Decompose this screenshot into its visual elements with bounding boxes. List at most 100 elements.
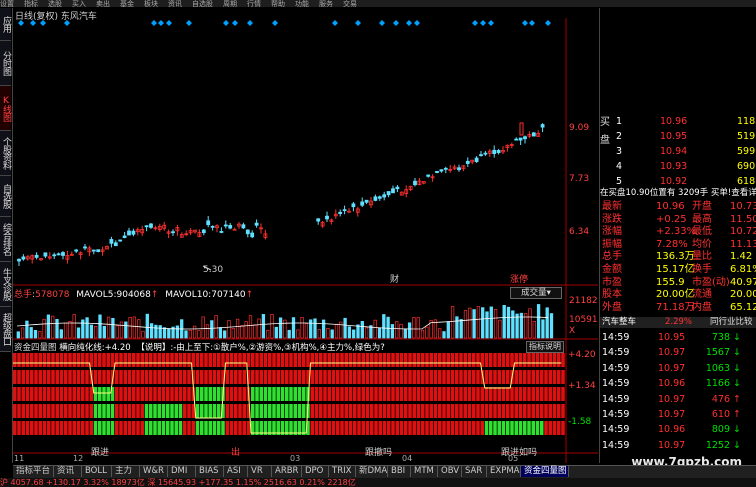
indicator-cell xyxy=(157,421,161,435)
volume-bar xyxy=(188,329,192,339)
side-tab-6[interactable]: 牛叉诊股 xyxy=(0,262,11,307)
event-diamond-icon[interactable] xyxy=(272,20,278,26)
indicator-tab-4[interactable]: W&R xyxy=(140,466,168,477)
event-diamond-icon[interactable] xyxy=(406,20,412,26)
side-tab-4[interactable]: 自选股 xyxy=(0,176,11,217)
event-diamond-icon[interactable] xyxy=(393,20,399,26)
indicator-tab-17[interactable]: EXPMA xyxy=(487,466,521,477)
menu-item-6[interactable]: 板块 xyxy=(144,0,158,8)
side-tab-3[interactable]: 个股资料 xyxy=(0,131,11,176)
indicator-cell xyxy=(552,421,557,435)
indicator-tab-3[interactable]: 主力 xyxy=(112,466,140,477)
tick-price: 10.97 xyxy=(658,409,686,420)
bid-row[interactable]: 2 10.95 519 xyxy=(600,131,756,142)
indicator-cell xyxy=(514,353,518,367)
indicator-tab-14[interactable]: MTM xyxy=(411,466,438,477)
menu-item-0[interactable]: 设置 xyxy=(0,0,14,8)
volume-bar xyxy=(481,307,485,339)
event-diamond-icon[interactable] xyxy=(522,20,528,26)
event-diamond-icon[interactable] xyxy=(186,20,192,26)
side-tab-2[interactable]: K线图 xyxy=(0,86,11,131)
indicator-tab-5[interactable]: DMI xyxy=(168,466,196,477)
event-diamond-icon[interactable] xyxy=(545,20,551,26)
kline-chart-canvas[interactable] xyxy=(13,8,598,463)
indicator-cell xyxy=(319,353,323,367)
event-diamond-icon[interactable] xyxy=(158,20,164,26)
sector-compare-button[interactable]: 同行业比较 xyxy=(710,317,753,328)
menu-item-13[interactable]: 服务 xyxy=(319,0,333,8)
menu-item-11[interactable]: 帮助 xyxy=(271,0,285,8)
indicator-tab-18[interactable]: 资金四量图 xyxy=(521,466,569,477)
event-diamond-icon[interactable] xyxy=(232,20,238,26)
menu-item-3[interactable]: 买入 xyxy=(72,0,86,8)
indicator-tab-6[interactable]: BIAS xyxy=(196,466,224,477)
side-tab-5[interactable]: 综合排名 xyxy=(0,217,11,262)
menu-item-12[interactable]: 功能 xyxy=(295,0,309,8)
indicator-tab-15[interactable]: OBV xyxy=(438,466,462,477)
side-tab-0[interactable]: 应用 xyxy=(0,8,11,41)
menu-item-10[interactable]: 行情 xyxy=(247,0,261,8)
menu-item-9[interactable]: 周期 xyxy=(223,0,237,8)
large-order-notice[interactable]: 在买盘10.90位置有 3209手 买单!查看详情 xyxy=(600,188,756,199)
indicator-tab-1[interactable]: 资讯 xyxy=(54,466,82,477)
indicator-cell xyxy=(259,370,263,384)
side-tab-1[interactable]: 分时图 xyxy=(0,41,11,86)
event-diamond-icon[interactable] xyxy=(247,20,253,26)
indicator-cell xyxy=(314,370,319,384)
chart-area[interactable]: 日线(复权) 东风汽车 9.09 7.73 6.34 5.30 财 涨停 总手:… xyxy=(13,8,598,463)
indicator-cell xyxy=(195,353,200,367)
indicator-cell xyxy=(212,421,217,435)
indicator-cell xyxy=(429,421,433,435)
indicator-cell xyxy=(408,404,412,418)
event-diamond-icon[interactable] xyxy=(480,20,486,26)
menu-item-5[interactable]: 基金 xyxy=(120,0,134,8)
indicator-tab-8[interactable]: VR xyxy=(248,466,272,477)
indicator-cell xyxy=(13,404,17,418)
indicator-cell xyxy=(442,421,446,435)
indicator-cell xyxy=(204,353,208,367)
bid-row[interactable]: 1 10.96 1183 xyxy=(600,116,756,127)
menu-item-8[interactable]: 自选股 xyxy=(192,0,213,8)
bid-row[interactable]: 4 10.93 690 xyxy=(600,161,756,172)
event-diamond-icon[interactable] xyxy=(379,20,385,26)
volume-indicator-dropdown[interactable]: 成交量▾ xyxy=(510,287,562,299)
indicator-cell xyxy=(548,421,552,435)
event-diamond-icon[interactable] xyxy=(472,20,478,26)
indicator-cell xyxy=(336,353,340,367)
menu-item-4[interactable]: 卖出 xyxy=(96,0,110,8)
indicator-tab-2[interactable]: BOLL xyxy=(82,466,112,477)
menu-item-2[interactable]: 选股 xyxy=(48,0,62,8)
volume-bar xyxy=(442,331,446,339)
mavol5-label: MAVOL5: xyxy=(76,290,117,300)
event-diamond-icon[interactable] xyxy=(332,20,338,26)
sector-name[interactable]: 汽车整车 xyxy=(602,317,636,328)
indicator-tab-10[interactable]: DPO xyxy=(302,466,329,477)
volume-bar xyxy=(489,306,493,339)
indicator-help-button[interactable]: 指标说明 xyxy=(526,341,564,353)
indicator-tab-12[interactable]: 新DMA xyxy=(356,466,388,477)
indicator-tab-16[interactable]: SAR xyxy=(462,466,487,477)
side-tab-7[interactable]: 超级盘口 xyxy=(0,307,11,352)
indicator-cell xyxy=(310,370,314,384)
bid-row[interactable]: 3 10.94 599 xyxy=(600,146,756,157)
candle-body xyxy=(245,229,250,235)
event-diamond-icon[interactable] xyxy=(529,20,535,26)
indicator-tab-9[interactable]: ARBR xyxy=(272,466,302,477)
indicator-tab-13[interactable]: BBI xyxy=(388,466,411,477)
indicator-cell xyxy=(467,387,472,401)
indicator-tab-7[interactable]: ASI xyxy=(224,466,248,477)
indicator-tab-11[interactable]: TRIX xyxy=(329,466,356,477)
bid-row[interactable]: 5 10.92 618 xyxy=(600,176,756,187)
menu-item-1[interactable]: 指标 xyxy=(24,0,38,8)
candle-body xyxy=(382,194,387,198)
indicator-cell xyxy=(178,370,183,384)
menu-item-14[interactable]: 交易 xyxy=(343,0,357,8)
event-diamond-icon[interactable] xyxy=(414,20,420,26)
event-diamond-icon[interactable] xyxy=(355,20,361,26)
event-diamond-icon[interactable] xyxy=(488,20,494,26)
indicator-tab-0[interactable]: 指标平台 xyxy=(13,466,54,477)
menu-item-7[interactable]: 资讯 xyxy=(168,0,182,8)
event-diamond-icon[interactable] xyxy=(166,20,172,26)
event-diamond-icon[interactable] xyxy=(151,20,157,26)
event-diamond-icon[interactable] xyxy=(223,20,229,26)
